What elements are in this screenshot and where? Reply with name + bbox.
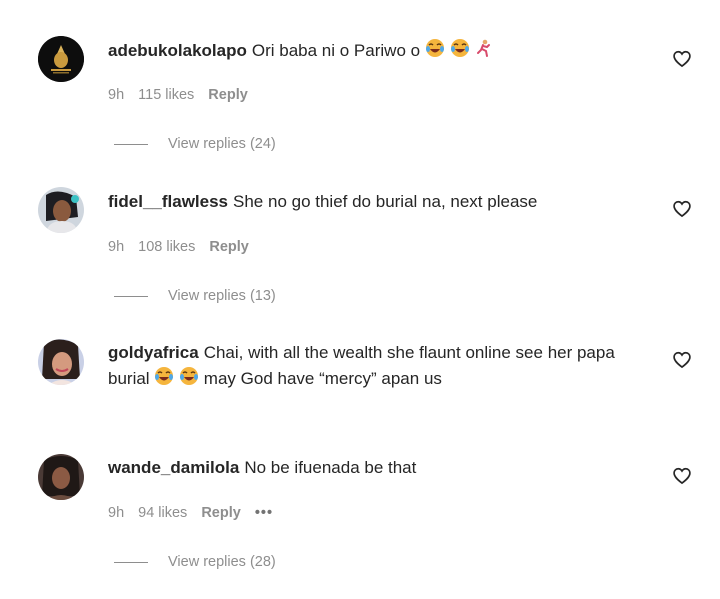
profile-photo-icon: [38, 187, 84, 233]
view-replies-label: View replies (24): [168, 136, 276, 152]
comment-body: Ori baba ni o Pariwo o: [251, 41, 421, 60]
comment-username[interactable]: fidel__flawless: [108, 192, 228, 211]
laughing-crying-emoji: [154, 366, 174, 394]
view-replies-button[interactable]: View replies (13): [114, 288, 276, 304]
laughing-crying-emoji: [425, 38, 445, 66]
avatar[interactable]: [38, 339, 84, 385]
like-heart-icon[interactable]: [672, 350, 692, 370]
comment-meta: 9h 108 likes Reply: [108, 239, 263, 255]
divider: [114, 295, 148, 297]
comment-text: adebukolakolapo Ori baba ni o Pariwo o: [108, 38, 653, 66]
laughing-crying-emoji: [450, 38, 470, 66]
comment-text: goldyafrica Chai, with all the wealth she…: [108, 340, 648, 394]
profile-photo-icon: [38, 339, 84, 385]
comment-meta: 9h 94 likes Reply •••: [108, 505, 287, 521]
comment-text: fidel__flawless She no go thief do burial…: [108, 189, 653, 215]
reply-button[interactable]: Reply: [208, 87, 248, 103]
view-replies-label: View replies (28): [168, 554, 276, 570]
comment-text: wande_damilola No be ifuenada be that: [108, 455, 653, 481]
comment-likes[interactable]: 115 likes: [138, 87, 194, 103]
reply-button[interactable]: Reply: [209, 239, 249, 255]
avatar[interactable]: [38, 454, 84, 500]
divider: [114, 561, 148, 563]
comment-username[interactable]: adebukolakolapo: [108, 41, 247, 60]
comment-time: 9h: [108, 239, 125, 255]
like-heart-icon[interactable]: [672, 466, 692, 486]
avatar[interactable]: [38, 36, 84, 82]
comment-username[interactable]: goldyafrica: [108, 343, 199, 362]
comment-likes[interactable]: 108 likes: [138, 239, 195, 255]
comment-username[interactable]: wande_damilola: [108, 458, 239, 477]
logo-avatar-icon: [38, 36, 84, 82]
view-replies-label: View replies (13): [168, 288, 276, 304]
comment-body: No be ifuenada be that: [244, 458, 417, 477]
view-replies-button[interactable]: View replies (24): [114, 136, 276, 152]
avatar[interactable]: [38, 187, 84, 233]
comment-body: She no go thief do burial na, next pleas…: [233, 192, 538, 211]
comment-body-continued: may God have “mercy” apan us: [203, 369, 442, 388]
comment-time: 9h: [108, 505, 125, 521]
like-heart-icon[interactable]: [672, 49, 692, 69]
comment-likes[interactable]: 94 likes: [138, 505, 187, 521]
laughing-crying-emoji: [179, 366, 199, 394]
profile-photo-icon: [38, 454, 84, 500]
divider: [114, 143, 148, 145]
comment-time: 9h: [108, 87, 125, 103]
reply-button[interactable]: Reply: [201, 505, 241, 521]
comment-meta: 9h 115 likes Reply: [108, 87, 262, 103]
more-options-icon[interactable]: •••: [255, 505, 273, 521]
like-heart-icon[interactable]: [672, 199, 692, 219]
running-emoji: [474, 38, 492, 66]
view-replies-button[interactable]: View replies (28): [114, 554, 276, 570]
